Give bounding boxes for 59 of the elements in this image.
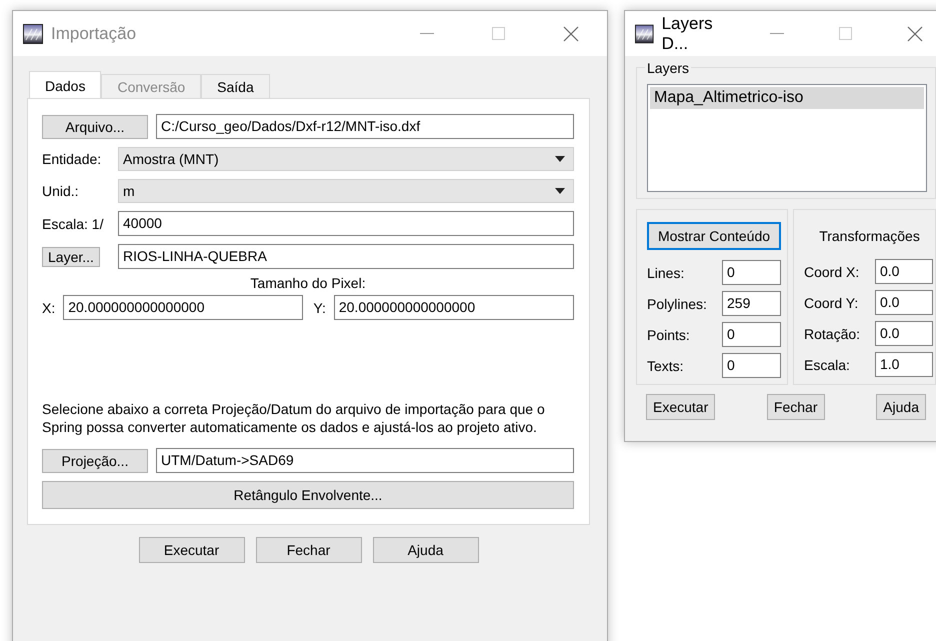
layer-button[interactable]: Layer...: [42, 246, 100, 266]
projection-button[interactable]: Projeção...: [42, 448, 148, 472]
unit-dropdown[interactable]: m: [118, 179, 574, 203]
app-icon: [23, 24, 43, 44]
close-icon[interactable]: [907, 26, 923, 42]
field-label: Coord Y:: [804, 294, 858, 310]
projection-field[interactable]: UTM/Datum->SAD69: [156, 448, 574, 473]
transform-field[interactable]: 0.0: [875, 290, 933, 315]
minimize-icon[interactable]: [420, 32, 434, 34]
window-title: Layers D...: [662, 14, 714, 54]
caret-icon: [555, 156, 565, 162]
dialog-button[interactable]: Fechar: [256, 537, 362, 563]
field-label: Points:: [647, 326, 690, 342]
dialog-button[interactable]: Fechar: [766, 394, 824, 420]
field-label: Y:: [313, 300, 326, 316]
caret-icon: [555, 188, 565, 194]
field-label: Unid.:: [42, 183, 80, 199]
count-field[interactable]: 0: [722, 353, 781, 378]
pixel-x-field[interactable]: 20.000000000000000: [63, 295, 304, 320]
file-path-field[interactable]: C:/Curso_geo/Dados/Dxf-r12/MNT-iso.dxf: [156, 114, 574, 139]
count-field[interactable]: 259: [722, 291, 781, 316]
tab[interactable]: Saída: [201, 74, 270, 98]
field-label: Escala: 1/: [42, 216, 104, 232]
field-label: Polylines:: [647, 296, 707, 312]
field-label: Lines:: [647, 264, 684, 280]
scale-field[interactable]: 40000: [118, 211, 574, 236]
transform-field[interactable]: 0.0: [875, 259, 933, 284]
field-label: Rotação:: [804, 326, 860, 342]
instruction-text: Selecione abaixo a correta Projeção/Datum do arquivo de importação para que o Spring possa converter automaticamente os dados e ajustá-los ao projeto ativo.: [42, 400, 546, 436]
window-title: Importação: [51, 24, 136, 44]
minimize-icon[interactable]: [770, 32, 784, 34]
close-icon[interactable]: [563, 26, 579, 42]
section-label: Tamanho do Pixel:: [249, 275, 367, 291]
pixel-y-field[interactable]: 20.000000000000000: [334, 295, 574, 320]
bounding-box-button[interactable]: Retângulo Envolvente...: [42, 481, 574, 509]
tab[interactable]: Dados: [29, 71, 102, 98]
group-title: Layers: [645, 60, 692, 76]
field-label: Entidade:: [42, 151, 102, 167]
app-icon: [635, 24, 654, 44]
maximize-icon[interactable]: [492, 27, 505, 40]
field-label: Texts:: [647, 358, 684, 374]
file-button[interactable]: Arquivo...: [42, 114, 148, 138]
count-field[interactable]: 0: [722, 322, 781, 347]
count-field[interactable]: 0: [722, 260, 781, 285]
maximize-icon[interactable]: [839, 27, 852, 40]
field-label: Escala:: [804, 356, 850, 372]
layer-item[interactable]: Mapa_Altimetrico-iso: [650, 87, 924, 109]
field-label: X:: [42, 300, 56, 316]
dialog-button[interactable]: Ajuda: [876, 394, 926, 420]
dialog-button[interactable]: Executar: [646, 394, 716, 420]
transform-field[interactable]: 0.0: [875, 321, 933, 346]
entity-dropdown[interactable]: Amostra (MNT): [118, 147, 574, 171]
layer-field[interactable]: RIOS-LINHA-QUEBRA: [118, 244, 574, 269]
dialog-button[interactable]: Ajuda: [372, 537, 478, 563]
transform-field[interactable]: 1.0: [875, 352, 933, 377]
field-label: Coord X:: [804, 264, 860, 280]
section-label: Transformações: [818, 227, 921, 246]
dialog-button[interactable]: Executar: [138, 537, 244, 563]
show-content-button[interactable]: Mostrar Conteúdo: [647, 222, 781, 250]
